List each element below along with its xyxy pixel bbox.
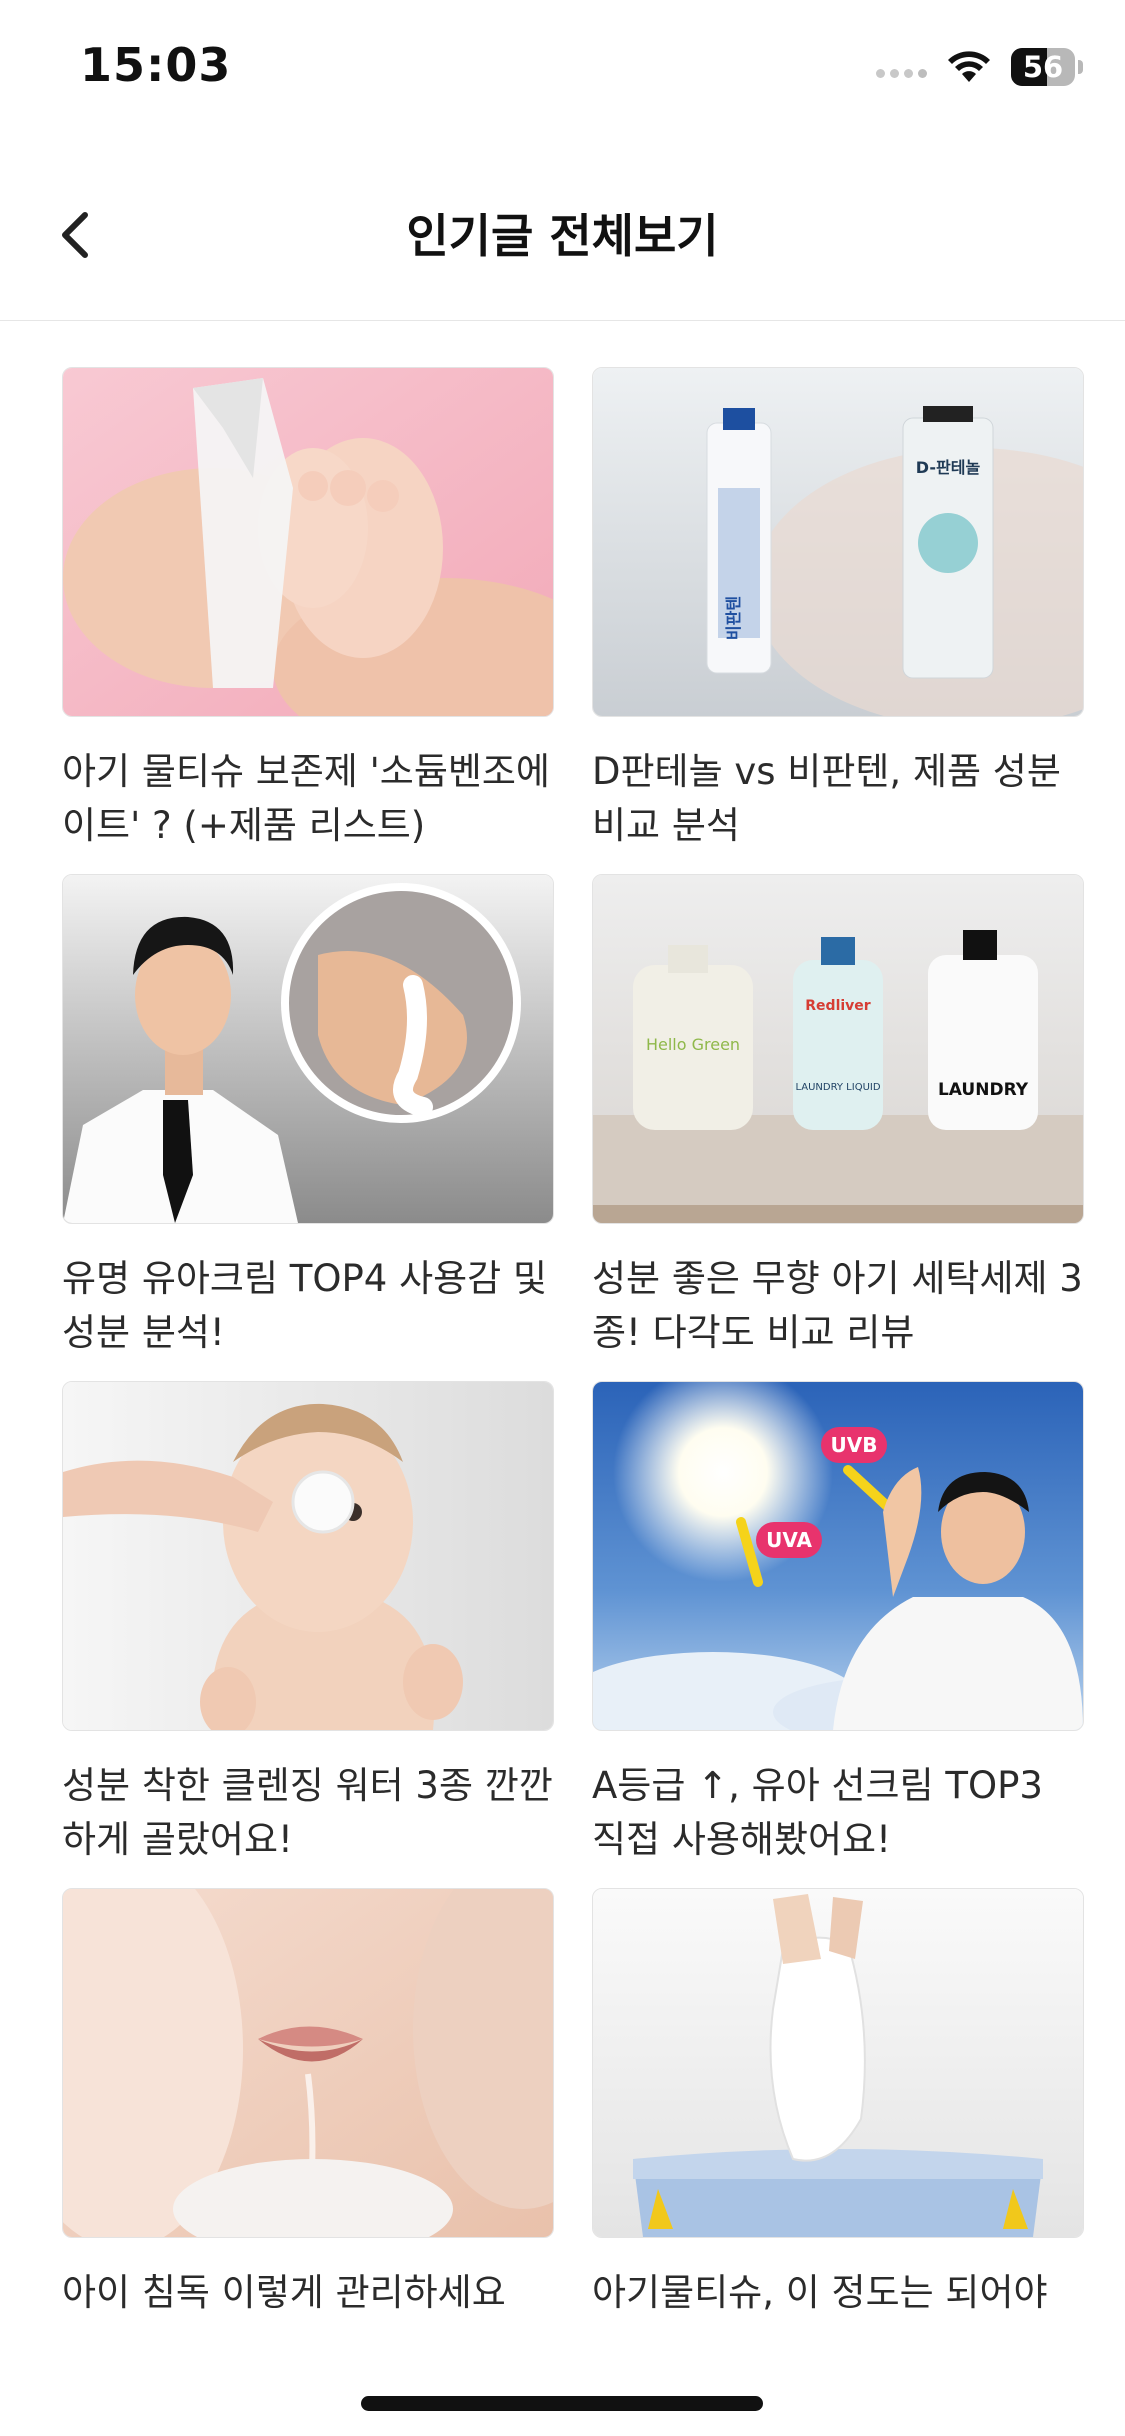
status-bar: 15:03 56 [0,0,1125,140]
post-card[interactable]: UVB UVA A등급 ↑, 유아 선크림 TOP3 직접 사용해봤어요! [592,1381,1084,1867]
status-time: 15:03 [80,38,232,92]
post-title: D판테놀 vs 비판텐, 제품 성분 비교 분석 [592,750,1061,847]
popular-posts-grid: 아기 물티슈 보존제 '소듐벤조에이트' ? (+제품 리스트) D-판테놀 비… [62,367,1084,2337]
post-title: A등급 ↑, 유아 선크림 TOP3 직접 사용해봤어요! [592,1764,1043,1861]
post-card[interactable]: 유명 유아크림 TOP4 사용감 및 성분 분석! [62,874,554,1360]
post-thumbnail: UVB UVA [592,1381,1084,1731]
post-card[interactable]: 아이 침독 이렇게 관리하세요 [62,1888,554,2320]
post-card[interactable]: D-판테놀 비판텐 D판테놀 vs 비판텐, 제품 성분 비교 분석 [592,367,1084,853]
battery-level: 56 [1022,50,1064,84]
post-thumbnail [62,367,554,717]
post-title: 성분 착한 클렌징 워터 3종 깐깐하게 골랐어요! [62,1764,553,1861]
post-card[interactable]: Hello Green Redliver LAUNDRY LIQUID LAUN… [592,874,1084,1360]
nav-header: 인기글 전체보기 [0,160,1125,321]
battery-icon: 56 [1011,48,1083,86]
post-card[interactable]: 성분 착한 클렌징 워터 3종 깐깐하게 골랐어요! [62,1381,554,1867]
product-label: LAUNDRY [938,1080,1029,1100]
post-card[interactable]: 아기 물티슈 보존제 '소듐벤조에이트' ? (+제품 리스트) [62,367,554,853]
post-title: 아이 침독 이렇게 관리하세요 [62,2271,506,2314]
product-label: 비판텐 [724,596,743,640]
post-title: 유명 유아크림 TOP4 사용감 및 성분 분석! [62,1257,548,1354]
post-card[interactable]: 아기물티슈, 이 정도는 되어야 [592,1888,1084,2320]
status-icons: 56 [876,48,1083,86]
wifi-icon [947,50,991,84]
post-title: 성분 좋은 무향 아기 세탁세제 3종! 다각도 비교 리뷰 [592,1257,1083,1354]
post-thumbnail [62,1381,554,1731]
home-indicator [361,2396,763,2411]
post-thumbnail: Hello Green Redliver LAUNDRY LIQUID LAUN… [592,874,1084,1224]
page-title: 인기글 전체보기 [406,209,719,263]
post-thumbnail [62,1888,554,2238]
post-title: 아기물티슈, 이 정도는 되어야 [592,2271,1048,2314]
product-label: LAUNDRY LIQUID [795,1082,880,1093]
uva-label: UVA [766,1528,812,1552]
product-label: D-판테놀 [916,458,981,477]
post-title: 아기 물티슈 보존제 '소듐벤조에이트' ? (+제품 리스트) [62,750,550,847]
cellular-signal-icon [876,56,927,78]
post-thumbnail [62,874,554,1224]
product-label: Hello Green [646,1035,740,1054]
post-thumbnail: D-판테놀 비판텐 [592,367,1084,717]
post-thumbnail [592,1888,1084,2238]
product-label: Redliver [805,998,871,1014]
uvb-label: UVB [831,1433,878,1457]
